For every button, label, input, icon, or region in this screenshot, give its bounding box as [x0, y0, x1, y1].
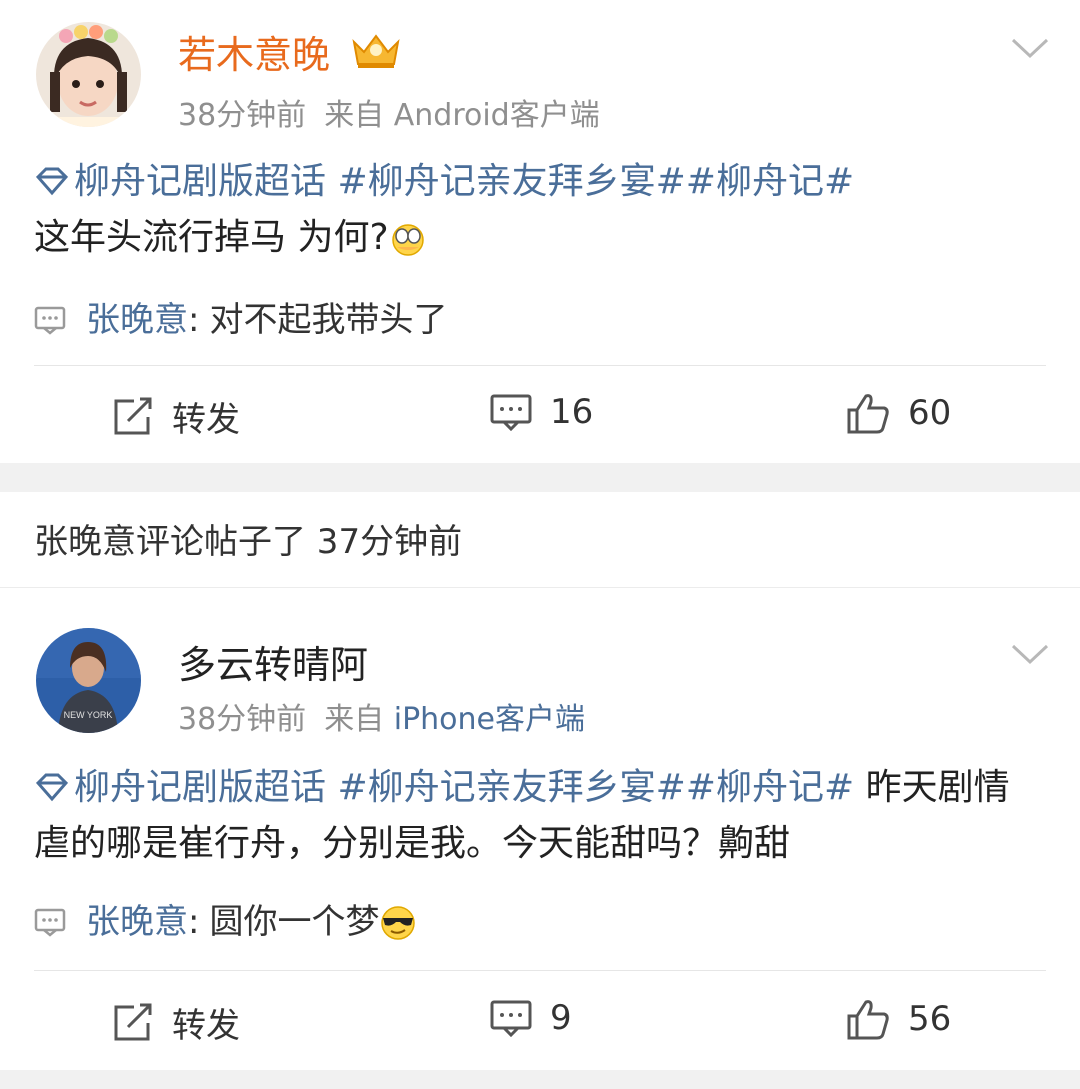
post-meta: 38分钟前 来自 Android客户端: [178, 90, 600, 134]
post-source: Android客户端: [393, 98, 600, 133]
like-button[interactable]: 60: [846, 392, 951, 434]
source-prefix: 来自: [324, 98, 385, 133]
repost-icon: [114, 1003, 152, 1040]
chevron-down-icon[interactable]: [1010, 642, 1050, 666]
notice-text: 张晚意评论帖子了 37分钟前: [34, 522, 463, 562]
section-gap: [0, 1070, 1080, 1089]
chevron-down-icon[interactable]: [1010, 36, 1050, 60]
crown-badge-icon: [352, 34, 400, 68]
comment-notice: 张晚意评论帖子了 37分钟前: [0, 492, 1080, 588]
like-icon: [847, 394, 889, 434]
supertopic-diamond-icon: [35, 167, 69, 196]
repost-icon: [114, 397, 152, 434]
username[interactable]: 若木意晚: [178, 24, 330, 79]
repost-button[interactable]: 转发: [112, 392, 240, 441]
user-avatar[interactable]: NEW YORK: [36, 628, 141, 733]
post-content: 柳舟记剧版超话 #柳舟记亲友拜乡宴##柳舟记# 这年头流行掉马 为何?: [34, 154, 1044, 266]
like-icon: [847, 1000, 889, 1040]
reply-text: 圆你一个梦: [209, 902, 380, 942]
reply-comment-icon: [34, 306, 66, 335]
like-button[interactable]: 56: [846, 998, 951, 1040]
hashtag-links[interactable]: #柳舟记亲友拜乡宴##柳舟记#: [326, 161, 854, 202]
divider: [34, 970, 1046, 971]
divider: [34, 365, 1046, 366]
weibo-post-2: NEW YORK 多云转晴阿 38分钟前 来自 iPhone客户端 柳舟记剧版超话…: [0, 588, 1080, 1070]
reply-comment-icon: [34, 908, 66, 937]
post-content: 柳舟记剧版超话 #柳舟记亲友拜乡宴##柳舟记# 昨天剧情虐的哪是崔行舟，分别是我…: [34, 760, 1044, 872]
username[interactable]: 多云转晴阿: [178, 634, 368, 689]
section-gap: [0, 463, 1080, 492]
post-meta: 38分钟前 来自 iPhone客户端: [178, 694, 585, 738]
comment-button[interactable]: 16: [490, 392, 593, 432]
supertopic-link[interactable]: 柳舟记剧版超话: [34, 161, 326, 202]
comment-icon: [490, 394, 532, 431]
reply-author[interactable]: 张晚意: [86, 902, 188, 942]
comment-button[interactable]: 9: [490, 998, 572, 1038]
reply-author[interactable]: 张晚意: [86, 300, 188, 340]
emoji-peek-icon: [391, 224, 424, 256]
highlighted-reply[interactable]: 张晚意: 对不起我带头了: [34, 292, 447, 341]
post-text: 这年头流行掉马 为何?: [34, 217, 389, 258]
highlighted-reply[interactable]: 张晚意: 圆你一个梦: [34, 894, 417, 943]
user-avatar[interactable]: [36, 22, 141, 127]
hashtag-links[interactable]: #柳舟记亲友拜乡宴##柳舟记#: [326, 767, 854, 808]
post-source[interactable]: iPhone客户端: [394, 702, 585, 737]
post-time: 38分钟前: [178, 702, 307, 737]
emoji-sunglasses-icon: [381, 906, 416, 940]
weibo-post-1: 若木意晚 38分钟前 来自 Android客户端 柳舟记剧版超话 #柳舟记亲友拜乡…: [0, 0, 1080, 463]
source-prefix: 来自: [324, 702, 385, 737]
reply-text: 对不起我带头了: [209, 300, 448, 340]
svg-text:NEW YORK: NEW YORK: [64, 710, 113, 720]
post-time: 38分钟前: [178, 98, 307, 133]
supertopic-link[interactable]: 柳舟记剧版超话: [34, 767, 326, 808]
supertopic-diamond-icon: [35, 773, 69, 802]
comment-icon: [490, 1000, 532, 1037]
repost-button[interactable]: 转发: [112, 998, 240, 1047]
